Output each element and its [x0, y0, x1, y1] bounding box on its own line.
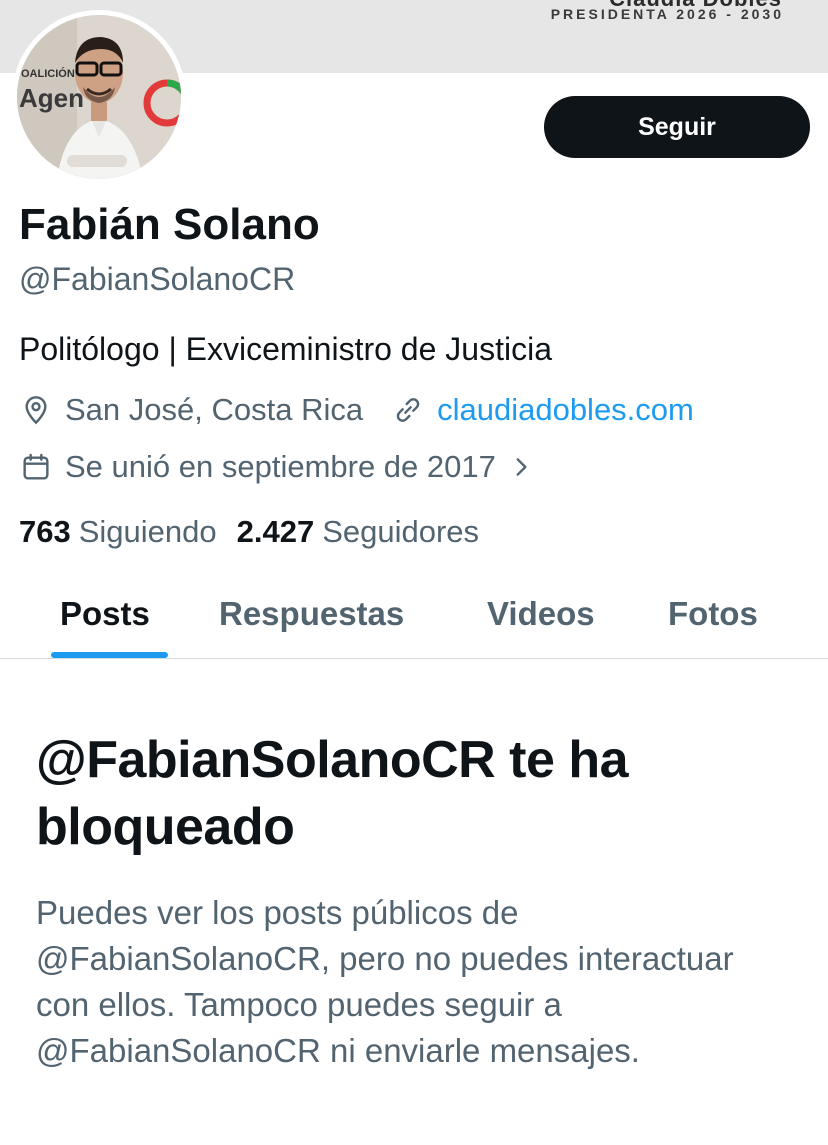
profile-tabs: Posts Respuestas Videos Fotos — [0, 583, 828, 659]
location-pin-icon — [19, 393, 53, 427]
chevron-right-icon[interactable] — [504, 450, 538, 484]
followers-count[interactable]: 2.427 — [237, 514, 315, 550]
following-label[interactable]: Siguiendo — [79, 514, 217, 550]
profile-joined-date: Se unió en septiembre de 2017 — [65, 449, 496, 484]
profile-location: San José, Costa Rica — [65, 392, 364, 427]
blocked-title: @FabianSolanoCR te ha bloqueado — [36, 731, 629, 856]
tab-posts[interactable]: Posts — [60, 595, 150, 633]
tab-videos[interactable]: Videos — [487, 595, 595, 633]
blocked-message: Puedes ver los posts públicos de @Fabian… — [36, 894, 734, 1069]
calendar-icon — [19, 450, 53, 484]
avatar[interactable]: OALICIÓN Agen — [12, 10, 186, 184]
profile-meta-row: San José, Costa Rica claudiadobles.com — [19, 392, 694, 428]
follow-button[interactable]: Seguir — [544, 96, 810, 158]
following-count[interactable]: 763 — [19, 514, 71, 550]
profile-website-link[interactable]: claudiadobles.com — [437, 392, 694, 428]
banner-subtitle: PRESIDENTA 2026 - 2030 — [550, 6, 784, 22]
avatar-photo: OALICIÓN Agen — [17, 15, 181, 179]
profile-joined-row[interactable]: Se unió en septiembre de 2017 — [19, 449, 538, 485]
follow-counts: 763 Siguiendo 2.427 Seguidores — [19, 514, 499, 550]
profile-bio: Politólogo | Exviceministro de Justicia — [19, 331, 552, 367]
tab-respuestas[interactable]: Respuestas — [219, 595, 404, 633]
avatar-badge-text: OALICIÓN — [21, 67, 75, 80]
tab-fotos[interactable]: Fotos — [668, 595, 758, 633]
followers-label[interactable]: Seguidores — [322, 514, 479, 550]
avatar-sign-text: Agen — [19, 83, 84, 113]
profile-name: Fabián Solano — [19, 200, 320, 249]
profile-handle: @FabianSolanoCR — [19, 261, 296, 297]
active-tab-indicator — [51, 652, 168, 658]
link-icon — [391, 393, 425, 427]
